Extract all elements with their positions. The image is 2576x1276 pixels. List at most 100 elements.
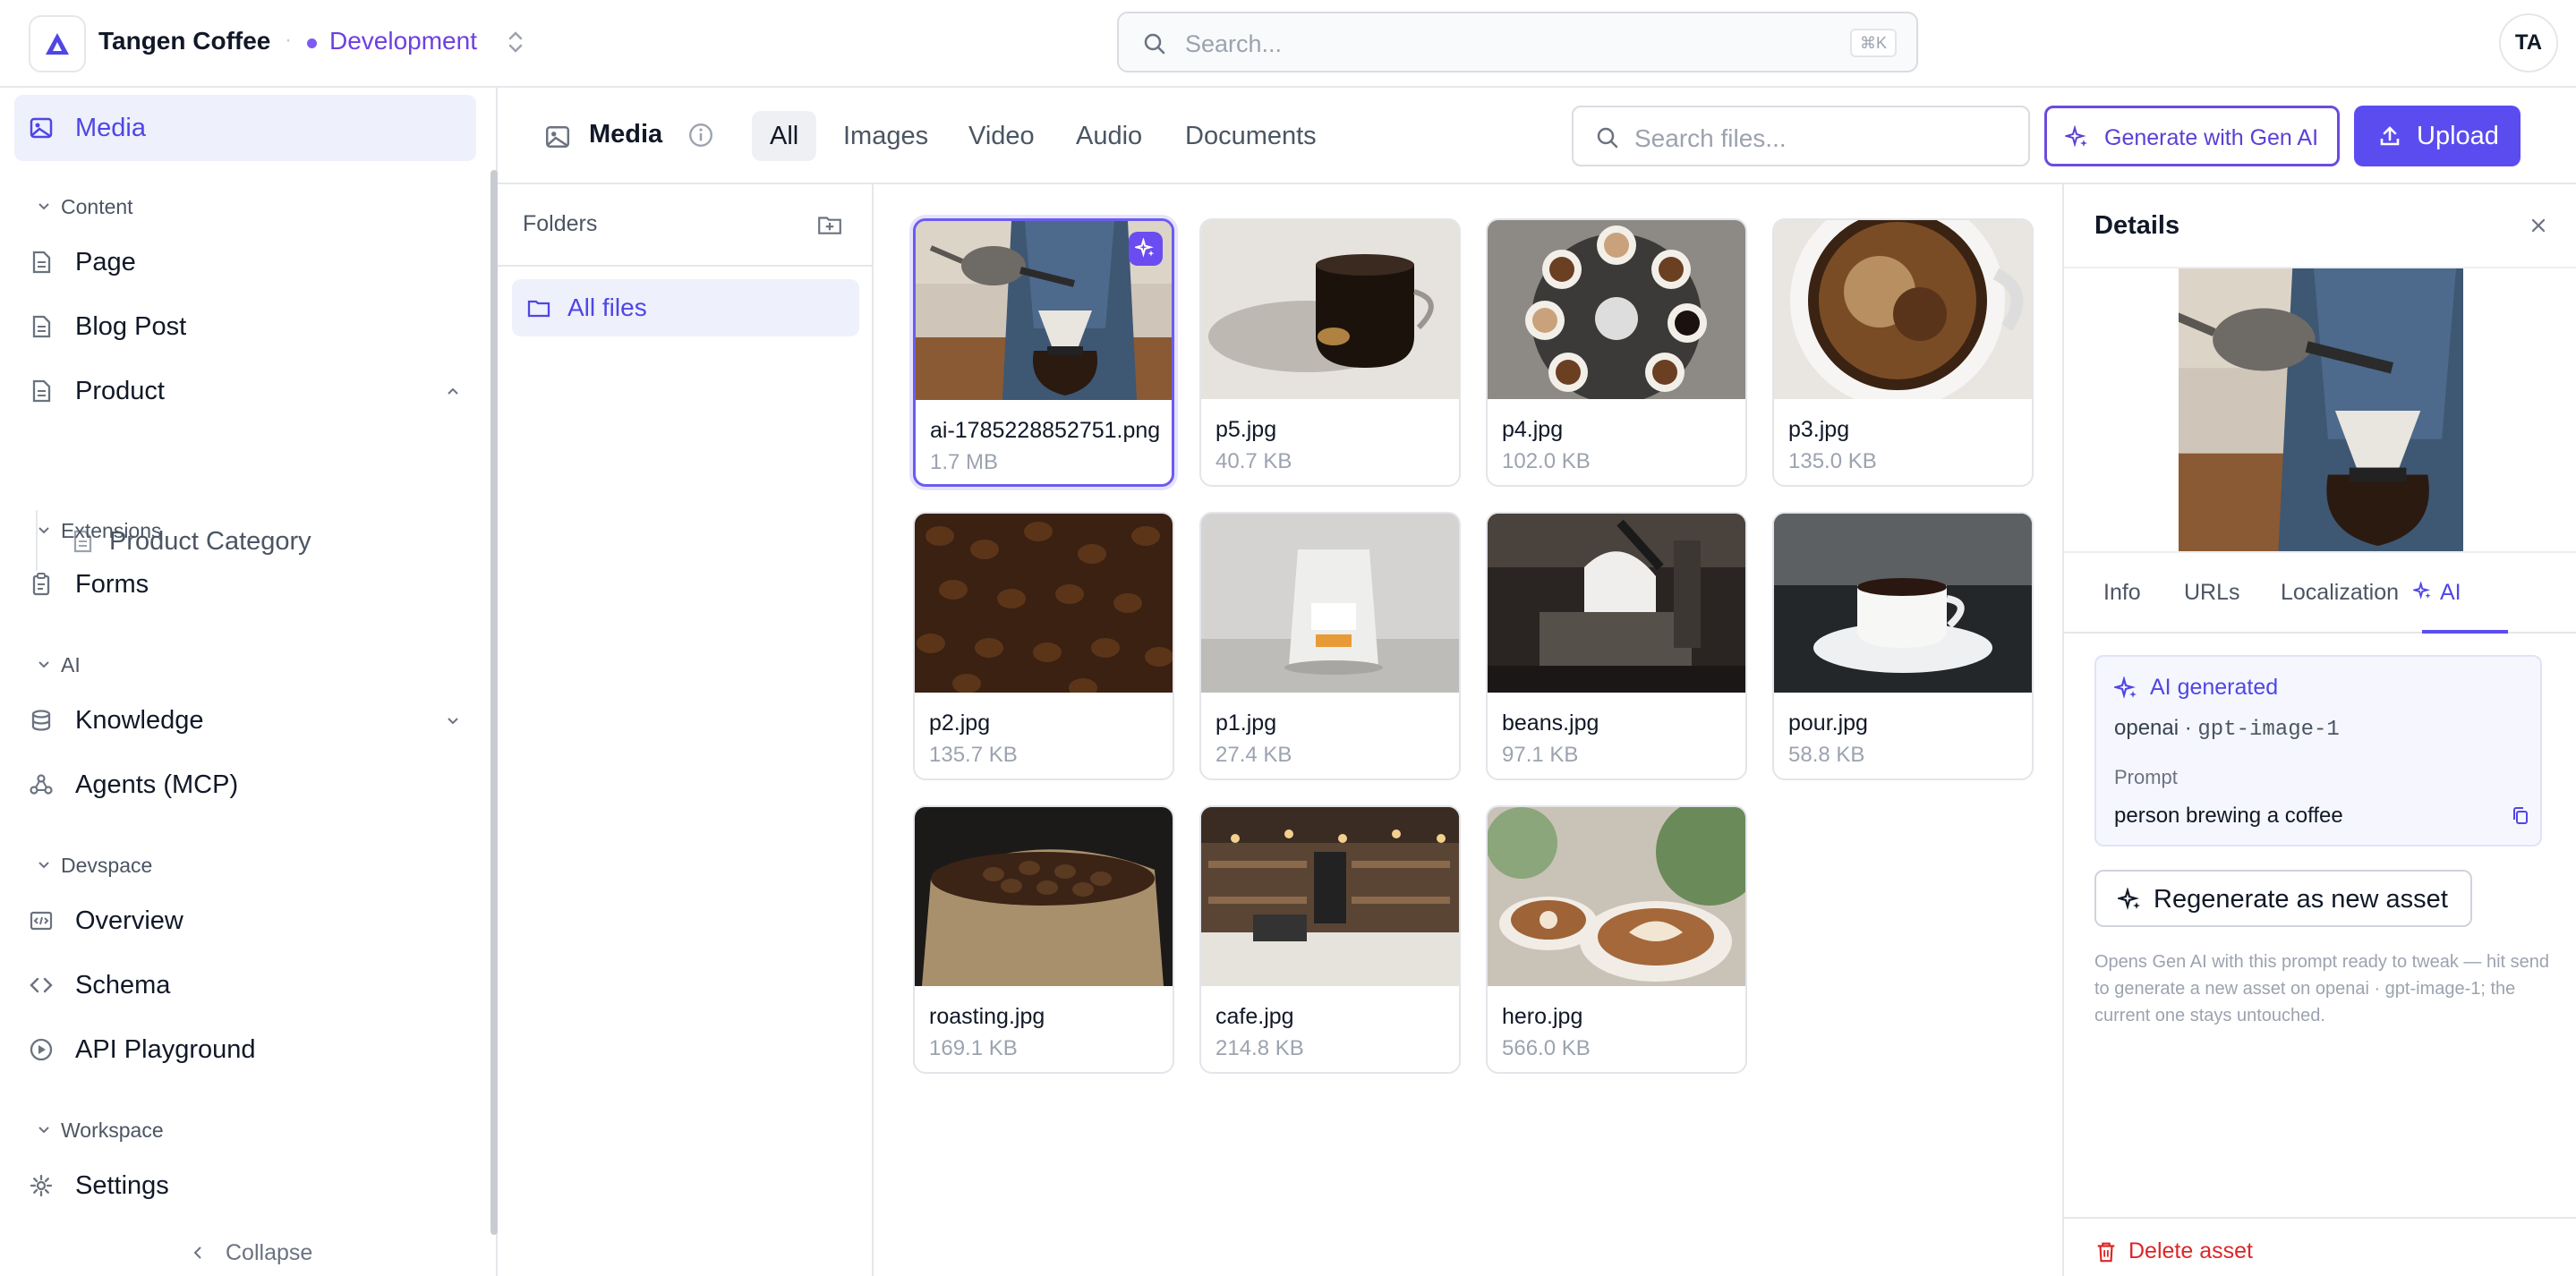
sidebar-item-api-playground[interactable]: API Playground (14, 1017, 476, 1083)
agents-icon (30, 774, 53, 795)
global-search[interactable]: Search... ⌘K (1117, 12, 1918, 72)
sidebar-item-label: Schema (75, 970, 171, 1000)
ai-generated-label: AI generated (2150, 675, 2279, 700)
page-title: Media (589, 120, 663, 149)
sidebar-item-knowledge[interactable]: Knowledge (14, 687, 476, 753)
file-size: 214.8 KB (1215, 1036, 1304, 1060)
details-panel: Details Info URLs Localization AI AI gen… (2062, 184, 2576, 1276)
media-header: Media All Images Video Audio Documents S… (498, 88, 2576, 184)
gear-icon (30, 1174, 53, 1197)
details-title: Details (2094, 211, 2180, 240)
image-icon (545, 126, 570, 148)
upload-button[interactable]: Upload (2354, 106, 2521, 166)
file-grid: ai-1785228852751.png 1.7 MB p5.jpg 40.7 KB p… (875, 184, 2062, 1276)
file-thumbnail (915, 807, 1173, 986)
file-name: p2.jpg (929, 710, 991, 736)
triangle-logo-icon (46, 33, 69, 55)
ai-generation-info: AI generated openai · gpt-image-1 Prompt… (2094, 655, 2542, 846)
tab-audio[interactable]: Audio (1058, 111, 1160, 161)
section-label: Devspace (61, 854, 153, 877)
file-search-input[interactable]: Search files... (1572, 106, 2030, 166)
file-size: 40.7 KB (1215, 449, 1292, 473)
section-label: Content (61, 195, 133, 218)
sidebar-item-media[interactable]: Media (14, 95, 476, 161)
tab-documents[interactable]: Documents (1167, 111, 1335, 161)
regenerate-button[interactable]: Regenerate as new asset (2094, 870, 2472, 927)
sidebar-item-page[interactable]: Page (14, 229, 476, 295)
file-card[interactable]: p2.jpg 135.7 KB (913, 512, 1174, 780)
file-thumbnail (1201, 220, 1459, 399)
file-size: 135.0 KB (1788, 449, 1877, 473)
file-card[interactable]: ai-1785228852751.png 1.7 MB (913, 218, 1174, 487)
tab-video[interactable]: Video (951, 111, 1053, 161)
section-label: Extensions (61, 519, 162, 542)
sidebar-item-label: Page (75, 247, 136, 276)
sidebar-item-product[interactable]: Product (14, 358, 476, 424)
prompt-label: Prompt (2114, 766, 2178, 788)
file-card[interactable]: p5.jpg 40.7 KB (1199, 218, 1461, 487)
sidebar-item-overview[interactable]: Overview (14, 888, 476, 954)
tab-info[interactable]: Info (2103, 580, 2141, 606)
file-thumbnail (1488, 220, 1745, 399)
folder-item-all-files[interactable]: All files (512, 279, 859, 336)
sidebar-item-settings[interactable]: Settings (14, 1153, 476, 1219)
tab-all[interactable]: All (752, 111, 817, 161)
file-card[interactable]: p4.jpg 102.0 KB (1486, 218, 1747, 487)
file-card[interactable]: p3.jpg 135.0 KB (1772, 218, 2034, 487)
folder-icon (527, 300, 550, 318)
file-card[interactable]: p1.jpg 27.4 KB (1199, 512, 1461, 780)
sidebar-item-agents[interactable]: Agents (MCP) (14, 752, 476, 818)
file-card[interactable]: roasting.jpg 169.1 KB (913, 805, 1174, 1074)
sparkles-icon (2413, 582, 2431, 600)
model-info: openai · gpt-image-1 (2114, 716, 2340, 742)
file-size: 135.7 KB (929, 743, 1018, 767)
file-name: cafe.jpg (1215, 1004, 1294, 1029)
sidebar-item-forms[interactable]: Forms (14, 551, 476, 617)
tab-images[interactable]: Images (825, 111, 946, 161)
workspace-name[interactable]: Tangen Coffee (98, 27, 270, 55)
model-name: gpt-image-1 (2197, 718, 2340, 742)
user-avatar[interactable]: TA (2499, 13, 2558, 72)
app-logo[interactable] (29, 15, 86, 72)
file-thumbnail (1488, 514, 1745, 693)
sparkles-icon (2065, 125, 2087, 148)
copy-icon[interactable] (2510, 805, 2531, 827)
database-icon (31, 710, 51, 731)
sparkles-icon (2114, 676, 2137, 700)
file-card[interactable]: cafe.jpg 214.8 KB (1199, 805, 1461, 1074)
new-folder-icon[interactable] (816, 211, 843, 238)
sidebar-item-schema[interactable]: Schema (14, 952, 476, 1018)
close-icon[interactable] (2528, 215, 2549, 236)
environment-name[interactable]: Development (329, 27, 477, 55)
tab-localization[interactable]: Localization (2281, 580, 2399, 606)
info-icon[interactable] (687, 122, 714, 149)
play-circle-icon (30, 1038, 53, 1061)
sparkles-icon (1135, 238, 1155, 258)
generate-with-gen-ai-button[interactable]: Generate with Gen AI (2044, 106, 2340, 166)
sidebar-item-blog-post[interactable]: Blog Post (14, 293, 476, 360)
file-size: 27.4 KB (1215, 743, 1292, 767)
env-switcher-icon[interactable] (503, 27, 528, 62)
file-card[interactable]: hero.jpg 566.0 KB (1486, 805, 1747, 1074)
chevron-down-icon (38, 527, 49, 534)
chevron-down-icon (38, 203, 49, 210)
file-size: 566.0 KB (1502, 1036, 1591, 1060)
file-size: 58.8 KB (1788, 743, 1865, 767)
details-header: Details (2064, 184, 2576, 267)
file-thumbnail (1774, 220, 2032, 399)
sidebar-scrollbar[interactable] (490, 170, 498, 1235)
file-card[interactable]: beans.jpg 97.1 KB (1486, 512, 1747, 780)
chevron-down-icon (448, 718, 458, 725)
delete-label: Delete asset (2128, 1238, 2253, 1263)
document-icon (32, 315, 51, 338)
file-card[interactable]: pour.jpg 58.8 KB (1772, 512, 2034, 780)
regenerate-help-text: Opens Gen AI with this prompt ready to t… (2094, 952, 2550, 1025)
details-tabs: Info URLs Localization AI (2064, 551, 2576, 634)
sidebar-item-label: Media (75, 113, 146, 142)
details-footer: Delete asset (2064, 1217, 2576, 1276)
tab-urls[interactable]: URLs (2184, 580, 2240, 606)
tab-ai[interactable]: AI (2413, 580, 2461, 606)
file-search-placeholder: Search files... (1634, 124, 1787, 152)
file-size: 1.7 MB (930, 450, 999, 474)
global-search-placeholder: Search... (1185, 30, 1283, 57)
